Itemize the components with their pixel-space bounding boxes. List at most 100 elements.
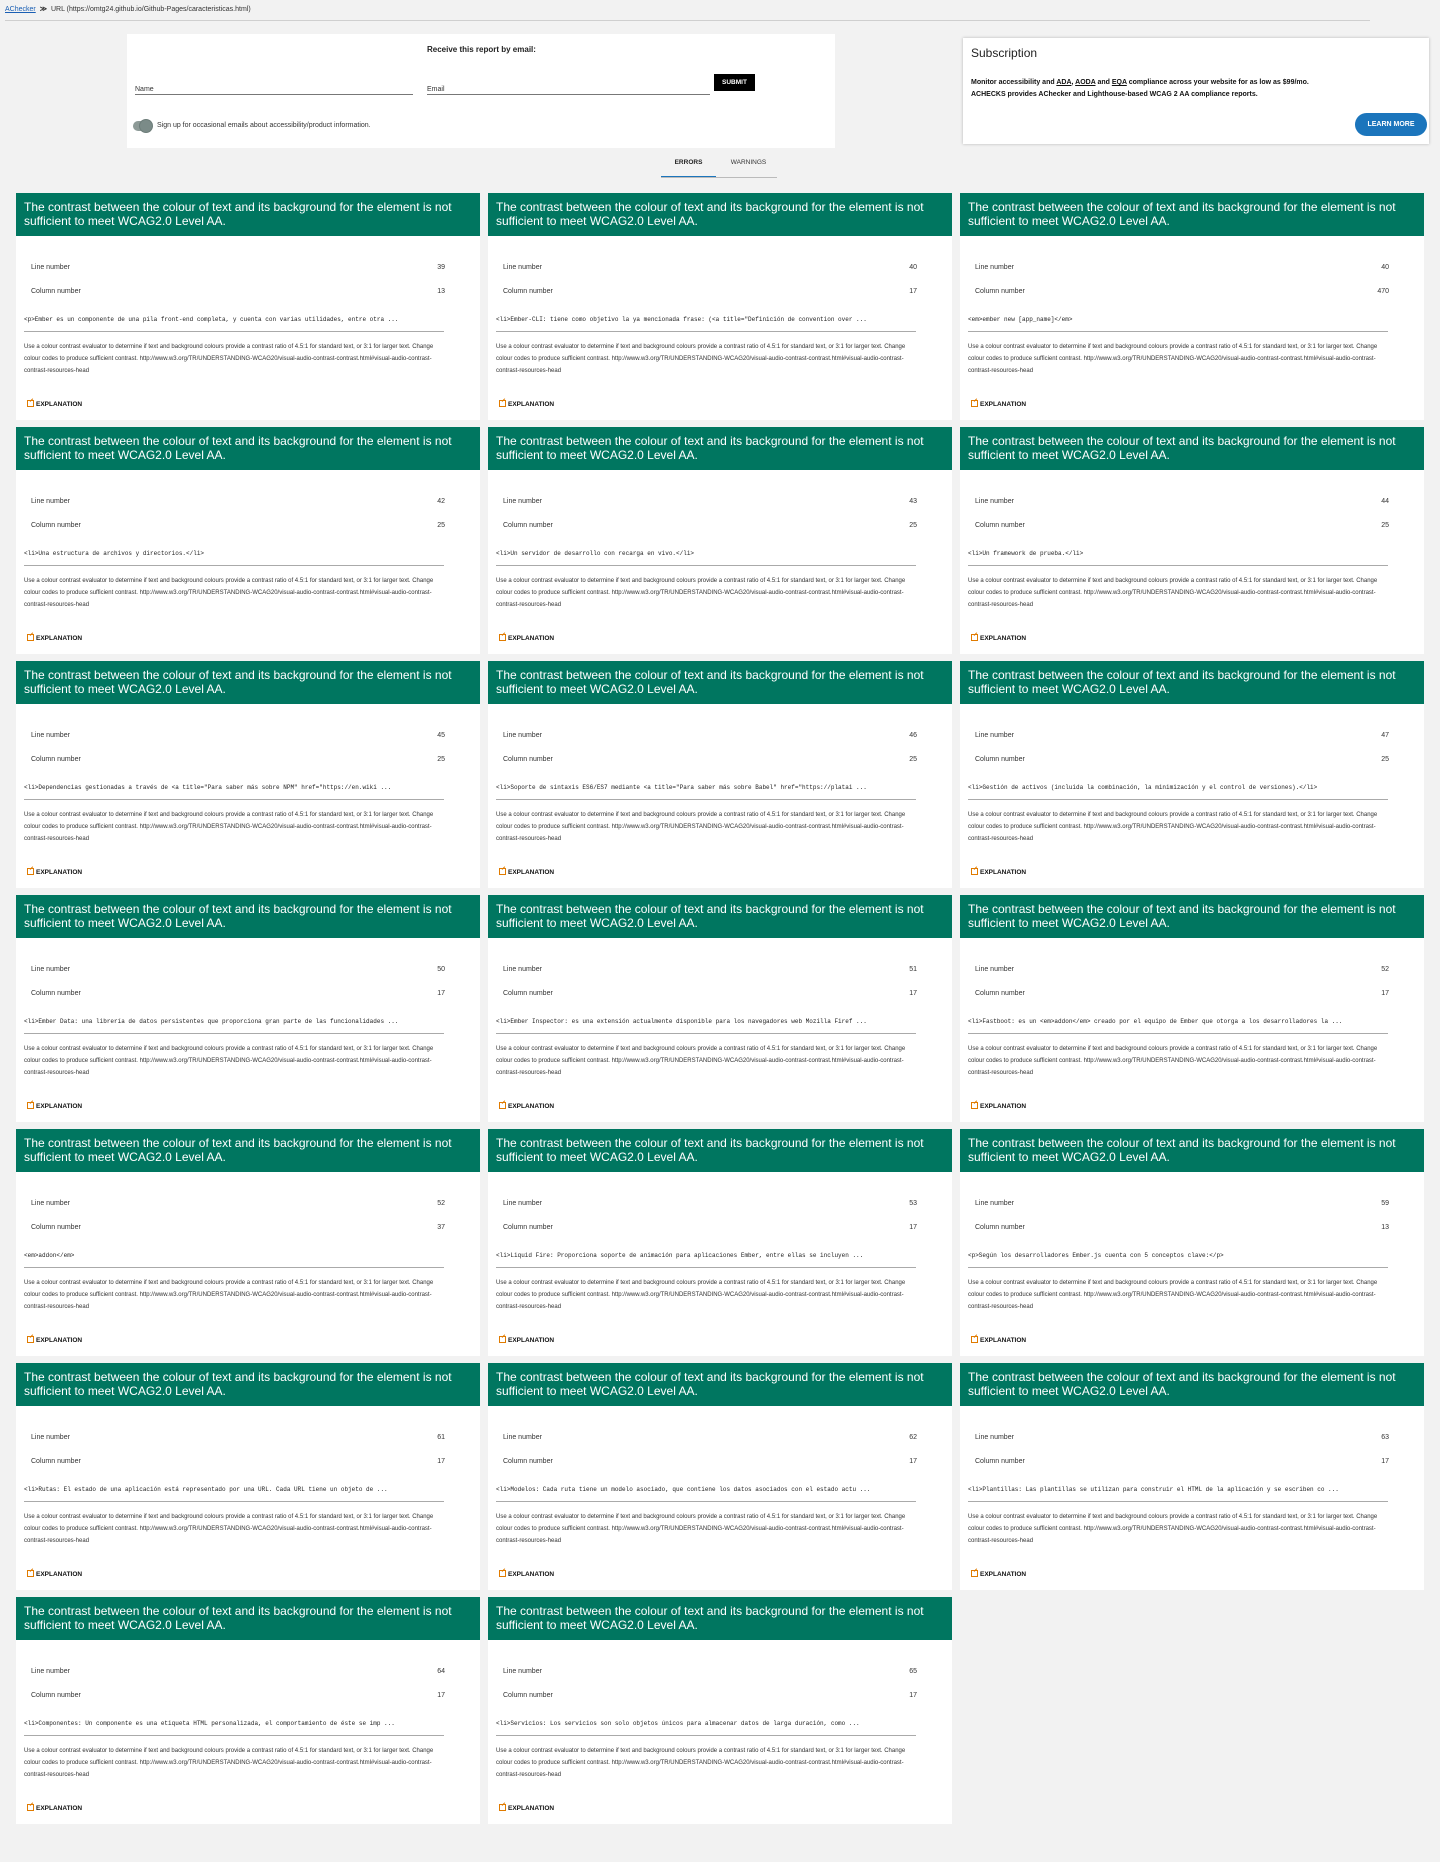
explanation-link[interactable]: EXPLANATION xyxy=(971,400,1026,408)
explanation-link[interactable]: EXPLANATION xyxy=(499,1102,554,1110)
error-card: The contrast between the colour of text … xyxy=(960,193,1424,420)
external-link-icon xyxy=(27,1102,34,1109)
explanation-label: EXPLANATION xyxy=(36,1571,83,1578)
error-description: Use a colour contrast evaluator to deter… xyxy=(24,1748,434,1778)
email-field[interactable]: Email xyxy=(427,81,710,95)
code-snippet: <p>Ember es un componente de una pila fr… xyxy=(24,316,399,323)
line-number-value: 45 xyxy=(437,732,445,739)
external-link-icon xyxy=(499,1570,506,1577)
error-title: The contrast between the colour of text … xyxy=(16,1129,480,1172)
error-title: The contrast between the colour of text … xyxy=(488,1129,952,1172)
explanation-link[interactable]: EXPLANATION xyxy=(971,634,1026,642)
line-number-value: 51 xyxy=(909,966,917,973)
error-card: The contrast between the colour of text … xyxy=(488,193,952,420)
error-title: The contrast between the colour of text … xyxy=(16,895,480,938)
external-link-icon xyxy=(499,400,506,407)
line-number-row: Line number 39 xyxy=(31,264,445,271)
explanation-link[interactable]: EXPLANATION xyxy=(27,1102,82,1110)
line-number-label: Line number xyxy=(975,264,1014,271)
error-description: Use a colour contrast evaluator to deter… xyxy=(496,1046,906,1076)
error-description: Use a colour contrast evaluator to deter… xyxy=(496,1280,906,1310)
name-field[interactable]: Name xyxy=(135,81,413,95)
column-number-row: Column number 17 xyxy=(31,1692,445,1699)
explanation-link[interactable]: EXPLANATION xyxy=(499,634,554,642)
explanation-label: EXPLANATION xyxy=(36,401,83,408)
error-title: The contrast between the colour of text … xyxy=(960,193,1424,236)
column-number-row: Column number 17 xyxy=(31,990,445,997)
code-snippet: <li>Servicios: Los servicios son solo ob… xyxy=(496,1720,860,1727)
column-number-value: 470 xyxy=(1377,288,1389,295)
line-number-label: Line number xyxy=(975,966,1014,973)
code-snippet: <li>Liquid Fire: Proporciona soporte de … xyxy=(496,1252,864,1259)
tab-errors[interactable]: ERRORS xyxy=(661,156,716,177)
line-number-label: Line number xyxy=(31,1200,70,1207)
learn-more-button[interactable]: LEARN MORE xyxy=(1355,113,1427,136)
code-snippet: <li>Ember Data: una librería de datos pe… xyxy=(24,1018,399,1025)
explanation-label: EXPLANATION xyxy=(980,869,1027,876)
column-number-row: Column number 25 xyxy=(975,756,1389,763)
explanation-link[interactable]: EXPLANATION xyxy=(499,1804,554,1812)
email-form-heading: Receive this report by email: xyxy=(427,45,536,54)
column-number-value: 17 xyxy=(909,990,917,997)
line-number-label: Line number xyxy=(31,1668,70,1675)
explanation-link[interactable]: EXPLANATION xyxy=(27,400,82,408)
explanation-label: EXPLANATION xyxy=(980,635,1027,642)
column-number-value: 37 xyxy=(437,1224,445,1231)
explanation-link[interactable]: EXPLANATION xyxy=(971,868,1026,876)
line-number-label: Line number xyxy=(31,264,70,271)
explanation-link[interactable]: EXPLANATION xyxy=(499,1570,554,1578)
line-number-row: Line number 43 xyxy=(503,498,917,505)
explanation-link[interactable]: EXPLANATION xyxy=(971,1570,1026,1578)
code-snippet: <li>Gestión de activos (incluida la comb… xyxy=(968,784,1318,791)
code-snippet: <li>Modelos: Cada ruta tiene un modelo a… xyxy=(496,1486,871,1493)
error-title: The contrast between the colour of text … xyxy=(488,895,952,938)
explanation-link[interactable]: EXPLANATION xyxy=(27,634,82,642)
divider xyxy=(496,565,916,566)
newsletter-toggle[interactable] xyxy=(133,120,152,132)
column-number-row: Column number 13 xyxy=(31,288,445,295)
error-title: The contrast between the colour of text … xyxy=(488,193,952,236)
error-card: The contrast between the colour of text … xyxy=(960,895,1424,1122)
code-snippet: <p>Según los desarrolladores Ember.js cu… xyxy=(968,1252,1224,1259)
explanation-link[interactable]: EXPLANATION xyxy=(27,1570,82,1578)
code-snippet: <li>Un framework de prueba.</li> xyxy=(968,550,1084,557)
explanation-link[interactable]: EXPLANATION xyxy=(971,1102,1026,1110)
explanation-link[interactable]: EXPLANATION xyxy=(499,400,554,408)
line-number-label: Line number xyxy=(503,732,542,739)
explanation-label: EXPLANATION xyxy=(36,1103,83,1110)
achecker-link[interactable]: AChecker xyxy=(5,6,36,13)
external-link-icon xyxy=(27,1804,34,1811)
line-number-label: Line number xyxy=(503,966,542,973)
error-title: The contrast between the colour of text … xyxy=(488,427,952,470)
breadcrumb: AChecker ≫ URL (https://omtg24.github.io… xyxy=(5,5,251,13)
line-number-value: 40 xyxy=(909,264,917,271)
error-description: Use a colour contrast evaluator to deter… xyxy=(24,1514,434,1544)
error-title: The contrast between the colour of text … xyxy=(488,1597,952,1640)
divider xyxy=(496,1735,916,1736)
error-title: The contrast between the colour of text … xyxy=(960,1129,1424,1172)
explanation-link[interactable]: EXPLANATION xyxy=(27,1804,82,1812)
explanation-link[interactable]: EXPLANATION xyxy=(27,1336,82,1344)
line-number-row: Line number 40 xyxy=(503,264,917,271)
tab-warnings[interactable]: WARNINGS xyxy=(721,156,776,177)
line-number-value: 64 xyxy=(437,1668,445,1675)
column-number-label: Column number xyxy=(31,756,81,763)
divider xyxy=(24,1267,444,1268)
explanation-link[interactable]: EXPLANATION xyxy=(971,1336,1026,1344)
explanation-link[interactable]: EXPLANATION xyxy=(499,868,554,876)
submit-button[interactable]: SUBMIT xyxy=(714,74,755,91)
error-description: Use a colour contrast evaluator to deter… xyxy=(968,1280,1378,1310)
explanation-label: EXPLANATION xyxy=(508,635,555,642)
explanation-link[interactable]: EXPLANATION xyxy=(499,1336,554,1344)
error-title: The contrast between the colour of text … xyxy=(960,661,1424,704)
error-card: The contrast between the colour of text … xyxy=(960,1129,1424,1356)
column-number-row: Column number 25 xyxy=(31,756,445,763)
code-snippet: <li>Fastboot: es un <em>addon</em> cread… xyxy=(968,1018,1343,1025)
column-number-label: Column number xyxy=(975,990,1025,997)
line-number-value: 62 xyxy=(909,1434,917,1441)
column-number-row: Column number 17 xyxy=(975,990,1389,997)
divider xyxy=(496,331,916,332)
column-number-label: Column number xyxy=(31,522,81,529)
divider xyxy=(968,799,1388,800)
explanation-link[interactable]: EXPLANATION xyxy=(27,868,82,876)
